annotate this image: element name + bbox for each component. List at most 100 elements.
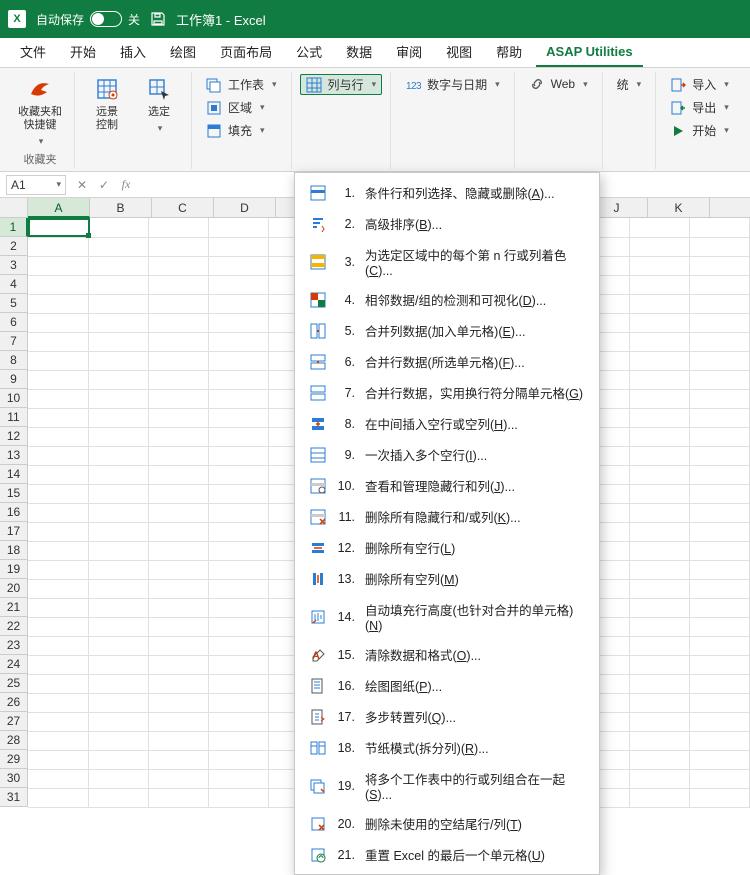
- row-header[interactable]: 16: [0, 503, 28, 522]
- numbers-date-button[interactable]: 123 数字与日期▾: [399, 74, 506, 95]
- cell[interactable]: [28, 484, 88, 503]
- cell[interactable]: [208, 674, 268, 693]
- cell[interactable]: [629, 769, 689, 788]
- row-header[interactable]: 18: [0, 541, 28, 560]
- cell[interactable]: [689, 579, 749, 598]
- cell[interactable]: [689, 408, 749, 427]
- start-button[interactable]: 开始▾: [664, 120, 735, 141]
- cell[interactable]: [148, 541, 208, 560]
- menu-item-20[interactable]: 20.删除未使用的空结尾行/列(T): [295, 808, 599, 839]
- cell[interactable]: [208, 788, 268, 807]
- cell[interactable]: [629, 427, 689, 446]
- cell[interactable]: [148, 237, 208, 256]
- cell[interactable]: [28, 750, 88, 769]
- cell[interactable]: [629, 389, 689, 408]
- cell[interactable]: [88, 541, 148, 560]
- row-header[interactable]: 1: [0, 218, 28, 237]
- menu-item-21[interactable]: 21.重置 Excel 的最后一个单元格(U): [295, 839, 599, 870]
- cell[interactable]: [88, 769, 148, 788]
- cell[interactable]: [88, 370, 148, 389]
- cell[interactable]: [148, 446, 208, 465]
- row-header[interactable]: 14: [0, 465, 28, 484]
- menu-item-7[interactable]: 7.合并行数据，实用换行符分隔单元格(G): [295, 377, 599, 408]
- cell[interactable]: [208, 503, 268, 522]
- cell[interactable]: [88, 636, 148, 655]
- cell[interactable]: [629, 332, 689, 351]
- cell[interactable]: [88, 503, 148, 522]
- cell[interactable]: [28, 769, 88, 788]
- tab-页面布局[interactable]: 页面布局: [210, 36, 282, 67]
- row-header[interactable]: 19: [0, 560, 28, 579]
- tab-绘图[interactable]: 绘图: [160, 36, 206, 67]
- cell[interactable]: [629, 218, 689, 237]
- cell[interactable]: [629, 237, 689, 256]
- row-header[interactable]: 15: [0, 484, 28, 503]
- cell[interactable]: [28, 674, 88, 693]
- cell[interactable]: [88, 712, 148, 731]
- favorites-button[interactable]: 收藏夹和 快捷键 ▾: [14, 74, 66, 149]
- cell[interactable]: [28, 294, 88, 313]
- row-header[interactable]: 21: [0, 598, 28, 617]
- row-header[interactable]: 4: [0, 275, 28, 294]
- tab-视图[interactable]: 视图: [436, 36, 482, 67]
- cell[interactable]: [28, 237, 88, 256]
- cell[interactable]: [208, 446, 268, 465]
- cell[interactable]: [208, 237, 268, 256]
- cell[interactable]: [28, 636, 88, 655]
- cell[interactable]: [28, 712, 88, 731]
- cell[interactable]: [208, 275, 268, 294]
- row-header[interactable]: 6: [0, 313, 28, 332]
- cell[interactable]: [629, 655, 689, 674]
- cell[interactable]: [88, 655, 148, 674]
- cell[interactable]: [629, 294, 689, 313]
- cell[interactable]: [28, 522, 88, 541]
- region-button[interactable]: 区域▾: [200, 97, 283, 118]
- tab-帮助[interactable]: 帮助: [486, 36, 532, 67]
- cell[interactable]: [689, 503, 749, 522]
- cell[interactable]: [208, 655, 268, 674]
- tab-开始[interactable]: 开始: [60, 36, 106, 67]
- cell[interactable]: [28, 598, 88, 617]
- cell[interactable]: [689, 256, 749, 275]
- cell[interactable]: [689, 427, 749, 446]
- tab-公式[interactable]: 公式: [286, 36, 332, 67]
- cell[interactable]: [689, 541, 749, 560]
- menu-item-3[interactable]: 3.为选定区域中的每个第 n 行或列着色(C)...: [295, 239, 599, 284]
- cell[interactable]: [148, 674, 208, 693]
- cell[interactable]: [148, 294, 208, 313]
- menu-item-10[interactable]: 10.查看和管理隐藏行和列(J)...: [295, 470, 599, 501]
- cell[interactable]: [629, 446, 689, 465]
- cell[interactable]: [689, 370, 749, 389]
- menu-item-14[interactable]: 14.自动填充行高度(也针对合并的单元格)(N): [295, 594, 599, 639]
- column-header[interactable]: A: [28, 198, 90, 218]
- cell[interactable]: [148, 332, 208, 351]
- cell[interactable]: [208, 370, 268, 389]
- row-header[interactable]: 5: [0, 294, 28, 313]
- cell[interactable]: [689, 560, 749, 579]
- cell[interactable]: [629, 370, 689, 389]
- cell[interactable]: [629, 256, 689, 275]
- cell[interactable]: [208, 427, 268, 446]
- cell[interactable]: [148, 522, 208, 541]
- tab-ASAP Utilities[interactable]: ASAP Utilities: [536, 38, 642, 67]
- cell[interactable]: [629, 636, 689, 655]
- cell[interactable]: [629, 408, 689, 427]
- cell[interactable]: [28, 389, 88, 408]
- row-header[interactable]: 13: [0, 446, 28, 465]
- row-header[interactable]: 12: [0, 427, 28, 446]
- cell[interactable]: [629, 617, 689, 636]
- tab-插入[interactable]: 插入: [110, 36, 156, 67]
- menu-item-1[interactable]: 1.条件行和列选择、隐藏或删除(A)...: [295, 177, 599, 208]
- menu-item-16[interactable]: 16.绘图图纸(P)...: [295, 670, 599, 701]
- cell[interactable]: [689, 731, 749, 750]
- cell[interactable]: [88, 256, 148, 275]
- menu-item-9[interactable]: 9.一次插入多个空行(I)...: [295, 439, 599, 470]
- cell[interactable]: [88, 693, 148, 712]
- cell[interactable]: [148, 560, 208, 579]
- cell[interactable]: [208, 750, 268, 769]
- row-header[interactable]: 22: [0, 617, 28, 636]
- row-header[interactable]: 17: [0, 522, 28, 541]
- web-button[interactable]: Web▾: [523, 74, 594, 94]
- cell[interactable]: [689, 446, 749, 465]
- menu-item-11[interactable]: 11.删除所有隐藏行和/或列(K)...: [295, 501, 599, 532]
